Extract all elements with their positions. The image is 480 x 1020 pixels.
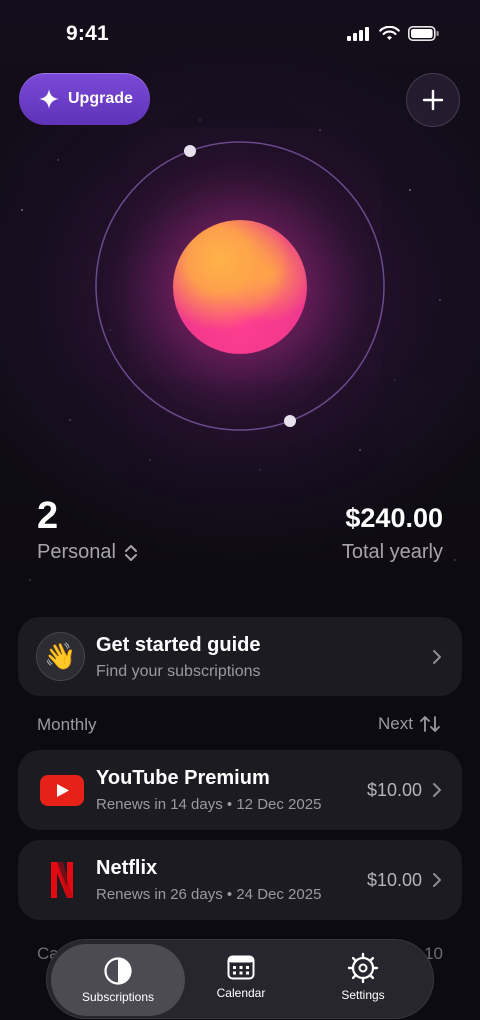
tab-settings[interactable]: Settings — [333, 940, 393, 1020]
get-started-guide-card[interactable]: 👋 Get started guide Find your subscripti… — [18, 617, 462, 696]
gear-icon — [347, 952, 379, 984]
guide-title: Get started guide — [96, 634, 261, 656]
guide-subtitle: Find your subscriptions — [96, 663, 261, 680]
chevron-up-down-icon — [124, 544, 137, 561]
tab-bar: Subscriptions Calendar Settings — [46, 939, 434, 1019]
netflix-logo — [40, 861, 84, 899]
subscription-price: $10.00 — [366, 780, 422, 800]
total-label: Total yearly — [341, 541, 443, 563]
profile-label: Personal — [37, 541, 116, 563]
renewal-date: 24 Dec 2025 — [236, 886, 322, 903]
renewal-date: 12 Dec 2025 — [236, 796, 322, 813]
tab-label: Calendar — [216, 986, 266, 1000]
calendar-icon — [227, 955, 255, 980]
subscription-renewal: Renews in 26 days • 24 Dec 2025 — [96, 886, 322, 903]
sort-label: Next — [378, 714, 413, 733]
sort-arrows-icon — [420, 716, 440, 732]
subscription-card-netflix[interactable]: Netflix Renews in 26 days • 24 Dec 2025 … — [18, 840, 462, 920]
renewal-countdown: Renews in 26 days — [96, 886, 223, 903]
youtube-logo — [40, 771, 84, 809]
subscription-card-youtube[interactable]: YouTube Premium Renews in 14 days • 12 D… — [18, 750, 462, 830]
sort-button[interactable]: Next — [378, 714, 441, 734]
section-label: Monthly — [37, 715, 97, 734]
half-circle-icon — [104, 957, 132, 985]
orbit-dot — [184, 145, 196, 157]
renewal-countdown: Renews in 14 days — [96, 796, 223, 813]
subscription-name: Netflix — [96, 857, 158, 879]
subscription-price: $10.00 — [366, 870, 422, 890]
profile-selector[interactable]: Personal — [37, 541, 138, 564]
tab-label: Settings — [341, 988, 385, 1002]
chevron-right-icon — [433, 783, 441, 797]
chevron-right-icon — [433, 873, 441, 887]
tab-label: Subscriptions — [81, 990, 155, 1004]
waving-hand-icon: 👋 — [36, 632, 85, 681]
orbit-dot — [284, 415, 296, 427]
tab-subscriptions[interactable]: Subscriptions — [51, 944, 185, 1016]
tab-calendar[interactable]: Calendar — [211, 940, 271, 1020]
subscription-count: 2 — [37, 495, 59, 537]
chevron-right-icon — [433, 649, 441, 664]
planet-graphic — [173, 220, 307, 354]
subscription-name: YouTube Premium — [96, 767, 270, 789]
subscription-renewal: Renews in 14 days • 12 Dec 2025 — [96, 796, 322, 813]
total-amount: $240.00 — [345, 503, 443, 533]
